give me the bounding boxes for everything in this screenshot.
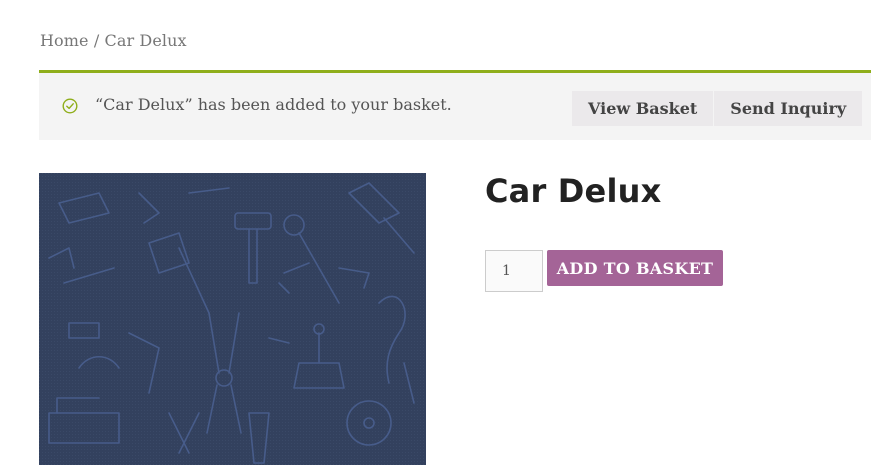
quantity-input[interactable] <box>485 250 543 292</box>
breadcrumb-current: Car Delux <box>104 31 187 50</box>
breadcrumb-separator: / <box>88 31 105 50</box>
send-inquiry-button[interactable]: Send Inquiry <box>714 91 863 126</box>
tools-pattern-image <box>39 173 426 465</box>
product-title: Car Delux <box>485 172 662 210</box>
breadcrumb: Home / Car Delux <box>40 31 187 50</box>
check-circle-icon <box>62 98 78 114</box>
view-basket-button[interactable]: View Basket <box>572 91 714 126</box>
add-to-basket-button[interactable]: ADD TO BASKET <box>547 250 723 286</box>
added-to-basket-notice: “Car Delux” has been added to your baske… <box>39 70 871 140</box>
notice-actions: View Basket Send Inquiry <box>572 91 863 126</box>
product-page: Home / Car Delux “Car Delux” has been ad… <box>0 0 884 465</box>
product-image[interactable] <box>39 173 426 465</box>
notice-message: “Car Delux” has been added to your baske… <box>95 95 452 114</box>
breadcrumb-home-link[interactable]: Home <box>40 31 89 50</box>
